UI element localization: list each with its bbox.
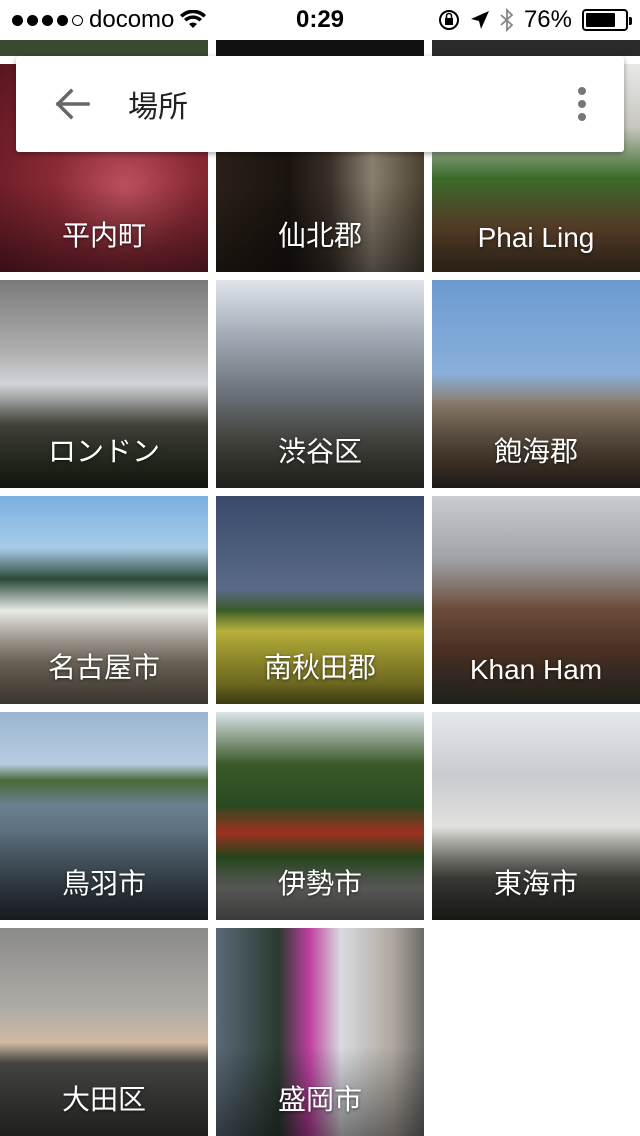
place-label: 平内町	[61, 220, 146, 251]
place-label: 盛岡市	[277, 1084, 362, 1115]
place-label: 大田区	[61, 1084, 146, 1115]
status-time: 0:29	[295, 6, 345, 33]
arrow-back-icon	[55, 88, 90, 120]
status-right: 76%	[438, 6, 632, 34]
place-tile[interactable]: 渋谷区	[216, 280, 424, 488]
place-label: 名古屋市	[47, 652, 160, 683]
battery-fill	[586, 13, 615, 27]
place-label: 渋谷区	[277, 436, 362, 467]
partial-row-strip	[432, 40, 640, 56]
place-tile[interactable]: 南秋田郡	[216, 496, 424, 704]
place-label: 飽海郡	[493, 436, 578, 467]
place-label: 東海市	[493, 868, 578, 899]
status-bar: docomo 0:29 76%	[0, 0, 640, 40]
place-label: 南秋田郡	[263, 652, 376, 683]
bluetooth-icon	[500, 8, 514, 32]
place-label: 仙北郡	[277, 220, 362, 251]
partial-row-strip	[0, 40, 208, 56]
app-bar: 場所	[16, 56, 624, 152]
places-grid: 平内町 仙北郡 Phai Ling ロンドン 渋谷区 飽海郡 名古屋市 南秋田郡	[0, 40, 640, 1136]
signal-strength-icon	[12, 14, 83, 26]
location-arrow-icon	[470, 11, 489, 29]
place-tile[interactable]: 東海市	[432, 712, 640, 920]
carrier-name: docomo	[89, 6, 175, 33]
status-left: docomo	[12, 6, 207, 34]
battery-icon	[582, 9, 632, 31]
place-tile[interactable]: 鳥羽市	[0, 712, 208, 920]
partial-row-strip	[216, 40, 424, 56]
more-options-button[interactable]	[540, 56, 624, 152]
place-label: 鳥羽市	[61, 868, 146, 899]
place-label: Phai Ling	[477, 222, 595, 253]
battery-percent: 76%	[523, 6, 572, 33]
page-title: 場所	[128, 91, 188, 124]
back-button[interactable]	[16, 56, 128, 152]
orientation-lock-icon	[438, 10, 459, 30]
place-tile[interactable]: 大田区	[0, 928, 208, 1136]
place-tile[interactable]: Khan Ham	[432, 496, 640, 704]
place-label: Khan Ham	[469, 654, 603, 685]
place-tile[interactable]: 伊勢市	[216, 712, 424, 920]
place-tile[interactable]: 飽海郡	[432, 280, 640, 488]
place-tile[interactable]: ロンドン	[0, 280, 208, 488]
place-tile[interactable]: 名古屋市	[0, 496, 208, 704]
more-vert-icon	[578, 87, 586, 121]
place-label: ロンドン	[47, 436, 160, 467]
wifi-icon	[180, 10, 207, 28]
place-label: 伊勢市	[277, 868, 362, 899]
place-tile[interactable]: 盛岡市	[216, 928, 424, 1136]
